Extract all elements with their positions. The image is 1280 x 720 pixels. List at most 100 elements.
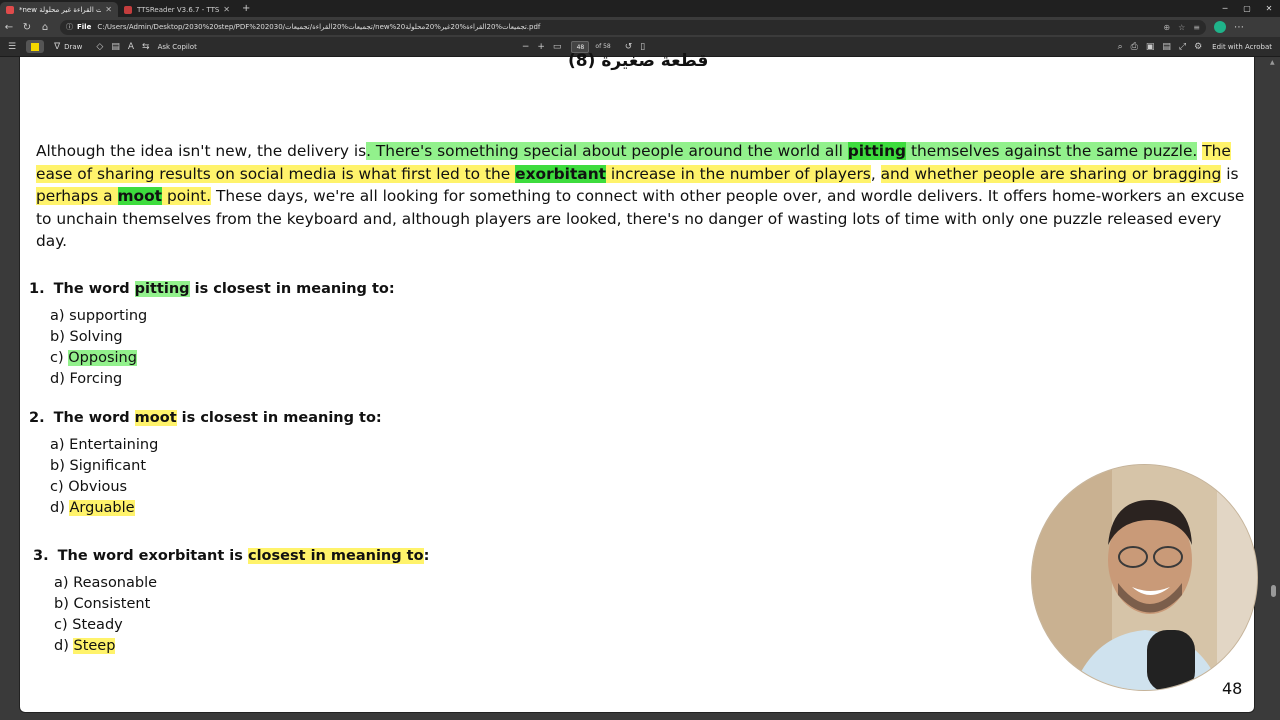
- window-controls: ─ ▢ ✕: [1214, 0, 1280, 17]
- zoom-in-icon[interactable]: +: [537, 42, 545, 52]
- zoom-icon[interactable]: ⊕: [1163, 23, 1170, 32]
- pdf-toolbar-right: ⌕ ⎙ ▣ ▤ ⤢ ⚙ Edit with Acrobat: [1110, 37, 1272, 57]
- option-letter: d): [54, 638, 74, 654]
- passage-text: These days, we're all looking for someth…: [36, 187, 1245, 250]
- url-field[interactable]: ⓘ File C:/Users/Admin/Desktop/2030%20ste…: [60, 19, 1206, 35]
- close-icon[interactable]: ✕: [105, 5, 112, 14]
- question-text: is closest in meaning to:: [189, 281, 395, 297]
- option-text: Consistent: [73, 596, 151, 612]
- option-letter: c): [54, 617, 73, 633]
- question-number: 1.: [29, 281, 45, 297]
- draw-label[interactable]: Draw: [64, 43, 82, 51]
- option-letter: b): [50, 458, 70, 474]
- option-3d: d) Steep: [54, 638, 116, 654]
- question-text: The word: [53, 410, 135, 426]
- scrollbar-thumb[interactable]: [1271, 585, 1276, 597]
- close-window-button[interactable]: ✕: [1258, 0, 1280, 17]
- page-view-icon[interactable]: ▯: [640, 42, 645, 52]
- question-3: 3. The word exorbitant is closest in mean…: [33, 548, 429, 564]
- title-bar: *new تجميعات القراءة غير محلولة ✕ TTSRea…: [0, 0, 1280, 17]
- favorites-icon[interactable]: ≡: [1193, 23, 1200, 32]
- option-text: Significant: [69, 458, 147, 474]
- rotate-icon[interactable]: ↺: [625, 42, 633, 52]
- highlight-icon: [31, 42, 40, 51]
- option-1a: a) supporting: [50, 308, 147, 324]
- ask-copilot-button[interactable]: Ask Copilot: [158, 43, 197, 51]
- highlighted-text: . There's something special about people…: [366, 142, 848, 160]
- option-letter: b): [54, 596, 74, 612]
- highlighted-text: moot: [134, 410, 177, 426]
- highlighted-text: themselves against the same puzzle.: [906, 142, 1198, 160]
- question-number: 2.: [29, 410, 45, 426]
- text-icon[interactable]: ▤: [111, 42, 120, 52]
- question-number: 3.: [33, 548, 49, 564]
- print-icon[interactable]: ⎙: [1131, 42, 1138, 52]
- question-text: The word: [53, 281, 135, 297]
- option-2c: c) Obvious: [50, 479, 127, 495]
- refresh-icon[interactable]: ↻: [18, 22, 36, 33]
- highlight-button[interactable]: [26, 40, 45, 53]
- page-number: 48: [1222, 679, 1243, 698]
- option-3a: a) Reasonable: [54, 575, 157, 591]
- presenter-video-image: [1032, 465, 1257, 690]
- question-1: 1. The word pitting is closest in meaning…: [29, 281, 395, 297]
- passage-text: ,: [870, 164, 881, 183]
- option-1d: d) Forcing: [50, 371, 122, 387]
- highlighted-text: is what first led to the: [341, 164, 516, 183]
- edit-with-acrobat-button[interactable]: Edit with Acrobat: [1212, 43, 1272, 51]
- question-text: The word exorbitant is: [57, 548, 248, 564]
- page-title: قطعة صغيرة (8): [568, 51, 709, 71]
- info-icon[interactable]: ⓘ: [66, 22, 73, 32]
- settings-icon[interactable]: ⚙: [1194, 42, 1202, 52]
- more-icon[interactable]: ⋯: [1234, 22, 1244, 33]
- scrollbar[interactable]: ▲: [1270, 57, 1278, 720]
- eraser-icon[interactable]: ◇: [96, 42, 103, 52]
- option-letter: b): [50, 329, 70, 345]
- search-icon[interactable]: ⌕: [1118, 42, 1123, 52]
- highlighted-text: exorbitant: [515, 164, 607, 183]
- contents-icon[interactable]: ☰: [8, 42, 16, 52]
- webcam-overlay: [1031, 464, 1258, 691]
- minimize-button[interactable]: ─: [1214, 0, 1236, 17]
- tab-pdf[interactable]: *new تجميعات القراءة غير محلولة ✕: [0, 2, 118, 17]
- highlighted-text: perhaps a: [36, 187, 118, 205]
- translate-icon[interactable]: ⇆: [142, 42, 150, 52]
- close-icon[interactable]: ✕: [223, 5, 230, 14]
- fit-page-icon[interactable]: ▭: [553, 42, 562, 52]
- highlighted-text: point.: [162, 187, 212, 205]
- maximize-button[interactable]: ▢: [1236, 0, 1258, 17]
- scroll-up-icon[interactable]: ▲: [1270, 59, 1275, 66]
- option-letter: d): [50, 500, 70, 516]
- favorite-star-icon[interactable]: ☆: [1178, 23, 1185, 32]
- pdf-icon: [6, 5, 14, 14]
- tab-ttsreader[interactable]: TTSReader V3.6.7 - TTSReader's Te ✕: [118, 2, 236, 17]
- option-text: Reasonable: [73, 575, 158, 591]
- back-icon[interactable]: ←: [0, 22, 18, 33]
- option-letter: c): [50, 479, 69, 495]
- highlighted-text: and whether people are sharing or braggi…: [880, 164, 1222, 183]
- url-text: C:/Users/Admin/Desktop/2030%20step/PDF%2…: [97, 23, 541, 31]
- fullscreen-icon[interactable]: ⤢: [1179, 42, 1186, 52]
- read-aloud-icon[interactable]: A: [128, 42, 134, 52]
- new-tab-button[interactable]: +: [242, 3, 250, 14]
- highlighted-text: increase in the number of players: [606, 164, 871, 183]
- save-icon[interactable]: ▣: [1146, 42, 1155, 52]
- reading-passage: Although the idea isn't new, the deliver…: [36, 140, 1248, 253]
- tab-title: *new تجميعات القراءة غير محلولة: [19, 5, 102, 14]
- option-text: supporting: [69, 308, 148, 324]
- home-icon[interactable]: ⌂: [36, 22, 54, 33]
- option-2d: d) Arguable: [50, 500, 135, 516]
- profile-avatar[interactable]: [1214, 21, 1226, 33]
- save-as-icon[interactable]: ▤: [1162, 42, 1171, 52]
- option-text: Forcing: [69, 371, 123, 387]
- highlighted-text: pitting: [847, 142, 907, 160]
- option-text: Entertaining: [69, 437, 159, 453]
- option-text: Solving: [69, 329, 123, 345]
- option-letter: d): [50, 371, 70, 387]
- zoom-out-icon[interactable]: −: [522, 42, 530, 52]
- option-letter: c): [50, 350, 69, 366]
- highlighted-answer: Steep: [73, 638, 116, 654]
- option-3c: c) Steady: [54, 617, 123, 633]
- draw-icon[interactable]: ∇: [54, 42, 60, 52]
- highlighted-text: closest in meaning to: [247, 548, 424, 564]
